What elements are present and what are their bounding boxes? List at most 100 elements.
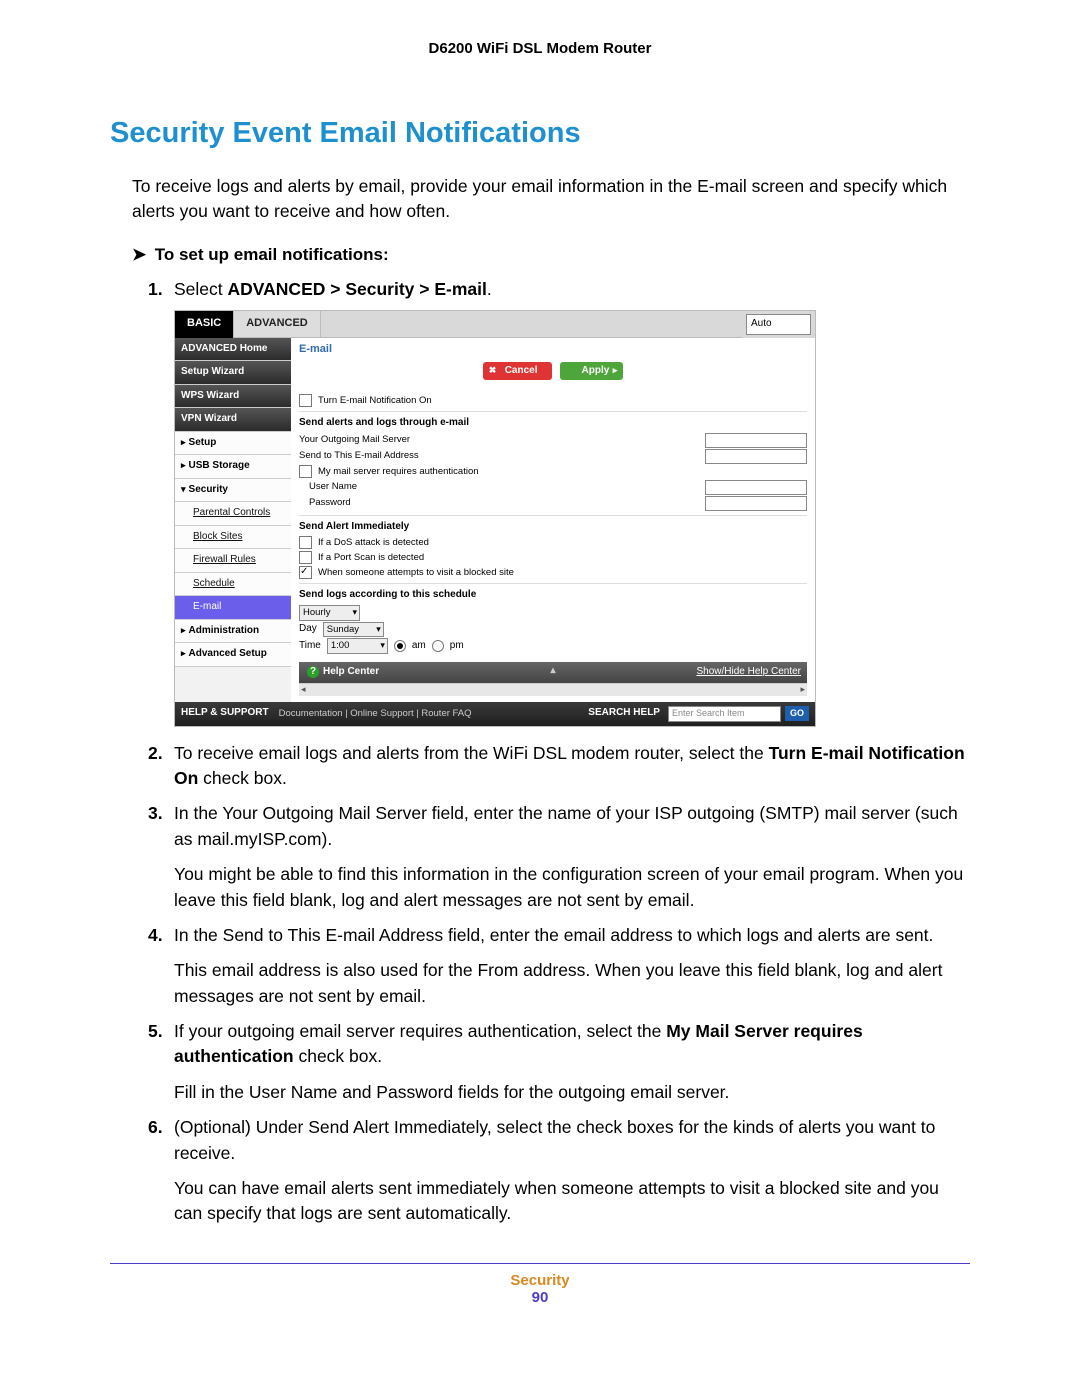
- search-help-label: SEARCH HELP: [588, 706, 660, 721]
- step-3: In the Your Outgoing Mail Server field, …: [148, 801, 970, 913]
- day-select[interactable]: Sunday: [323, 622, 384, 638]
- auth-checkbox[interactable]: [299, 465, 312, 478]
- language-select[interactable]: Auto: [746, 314, 811, 335]
- step-4-extra: This email address is also used for the …: [174, 958, 970, 1009]
- section-title: Security Event Email Notifications: [110, 117, 970, 150]
- dos-label: If a DoS attack is detected: [318, 536, 429, 550]
- router-screenshot: BASIC ADVANCED Auto ADVANCED Home Setup …: [174, 310, 816, 727]
- help-center-bar[interactable]: ? Help Center ▴ Show/Hide Help Center: [299, 662, 807, 683]
- chevron-up-icon: ▴: [550, 664, 555, 679]
- tab-spacer: [321, 311, 742, 338]
- sidebar-item-security[interactable]: Security: [175, 479, 291, 503]
- time-label: Time: [299, 639, 321, 654]
- cancel-button[interactable]: Cancel: [483, 362, 552, 381]
- step-3-text: In the Your Outgoing Mail Server field, …: [174, 803, 958, 848]
- help-center-label: Help Center: [323, 666, 379, 677]
- router-tabbar: BASIC ADVANCED Auto: [175, 311, 815, 338]
- sidebar-item-schedule[interactable]: Schedule: [175, 573, 291, 597]
- scroll-right-icon[interactable]: ▸: [798, 683, 807, 696]
- step-5: If your outgoing email server requires a…: [148, 1019, 970, 1105]
- password-input[interactable]: [705, 496, 807, 511]
- sidebar-item-wps-wizard[interactable]: WPS Wizard: [175, 385, 291, 409]
- sidebar-item-parental[interactable]: Parental Controls: [175, 502, 291, 526]
- turn-on-label: Turn E-mail Notification On: [318, 394, 432, 408]
- step-1-path: ADVANCED > Security > E-mail: [228, 279, 487, 299]
- scroll-left-icon[interactable]: ◂: [299, 683, 308, 696]
- sendto-input[interactable]: [705, 449, 807, 464]
- auth-label: My mail server requires authentication: [318, 465, 479, 479]
- sidebar-item-vpn-wizard[interactable]: VPN Wizard: [175, 408, 291, 432]
- schedule-select[interactable]: Hourly: [299, 605, 360, 621]
- procedure-heading-text: To set up email notifications:: [155, 245, 389, 264]
- username-input[interactable]: [705, 480, 807, 495]
- footer-rule: [110, 1263, 970, 1264]
- footer-category: Security: [110, 1272, 970, 1289]
- outgoing-input[interactable]: [705, 433, 807, 448]
- step-1-text-a: Select: [174, 279, 228, 299]
- horizontal-scrollbar[interactable]: ◂ ▸: [299, 683, 807, 696]
- help-toggle-link[interactable]: Show/Hide Help Center: [697, 665, 802, 680]
- step-2: To receive email logs and alerts from th…: [148, 741, 970, 792]
- procedure-heading: ➤ To set up email notifications:: [132, 245, 970, 265]
- blocked-label: When someone attempts to visit a blocked…: [318, 566, 514, 580]
- port-checkbox[interactable]: [299, 551, 312, 564]
- main-panel: E-mail Cancel Apply Turn E-mail Notifica…: [291, 338, 815, 702]
- tab-basic[interactable]: BASIC: [175, 311, 234, 338]
- step-2-text-a: To receive email logs and alerts from th…: [174, 743, 769, 763]
- group-immediate: Send Alert Immediately: [299, 520, 807, 535]
- port-label: If a Port Scan is detected: [318, 551, 424, 565]
- step-5-extra: Fill in the User Name and Password field…: [174, 1080, 970, 1105]
- blocked-checkbox[interactable]: [299, 566, 312, 579]
- sidebar-item-setup[interactable]: Setup: [175, 432, 291, 456]
- step-list: Select ADVANCED > Security > E-mail. BAS…: [148, 277, 970, 1227]
- step-1: Select ADVANCED > Security > E-mail. BAS…: [148, 277, 970, 727]
- step-5-text-c: check box.: [294, 1046, 383, 1066]
- sidebar-item-home[interactable]: ADVANCED Home: [175, 338, 291, 362]
- group-schedule: Send logs according to this schedule: [299, 588, 807, 603]
- chevron-right-icon: ➤: [132, 245, 150, 265]
- time-select[interactable]: 1:00: [327, 638, 388, 654]
- group-send-alerts: Send alerts and logs through e-mail: [299, 416, 807, 431]
- am-label: am: [412, 639, 426, 654]
- tab-advanced[interactable]: ADVANCED: [234, 311, 321, 338]
- search-input[interactable]: Enter Search Item: [668, 706, 781, 722]
- step-6: (Optional) Under Send Alert Immediately,…: [148, 1115, 970, 1227]
- document-header: D6200 WiFi DSL Modem Router: [110, 40, 970, 117]
- help-icon: ?: [307, 666, 319, 678]
- step-5-text-a: If your outgoing email server requires a…: [174, 1021, 666, 1041]
- sidebar-item-administration[interactable]: Administration: [175, 620, 291, 644]
- document-page: D6200 WiFi DSL Modem Router Security Eve…: [0, 0, 1080, 1397]
- turn-on-checkbox[interactable]: [299, 394, 312, 407]
- pm-radio[interactable]: [432, 640, 444, 652]
- step-3-extra: You might be able to find this informati…: [174, 862, 970, 913]
- step-4: In the Send to This E-mail Address field…: [148, 923, 970, 1009]
- sidebar: ADVANCED Home Setup Wizard WPS Wizard VP…: [175, 338, 291, 702]
- step-1-text-c: .: [487, 279, 492, 299]
- dos-checkbox[interactable]: [299, 536, 312, 549]
- username-label: User Name: [299, 480, 357, 494]
- sidebar-item-firewall[interactable]: Firewall Rules: [175, 549, 291, 573]
- sidebar-item-setup-wizard[interactable]: Setup Wizard: [175, 361, 291, 385]
- intro-paragraph: To receive logs and alerts by email, pro…: [132, 174, 970, 225]
- sidebar-item-block-sites[interactable]: Block Sites: [175, 526, 291, 550]
- day-label: Day: [299, 622, 317, 637]
- sendto-label: Send to This E-mail Address: [299, 449, 419, 463]
- outgoing-label: Your Outgoing Mail Server: [299, 433, 410, 447]
- button-bar: Cancel Apply: [291, 360, 815, 385]
- am-radio[interactable]: [394, 640, 406, 652]
- router-footer: HELP & SUPPORT Documentation | Online Su…: [175, 702, 815, 726]
- apply-button[interactable]: Apply: [560, 362, 624, 381]
- step-4-text: In the Send to This E-mail Address field…: [174, 925, 933, 945]
- sidebar-item-email[interactable]: E-mail: [175, 596, 291, 620]
- sidebar-item-usb[interactable]: USB Storage: [175, 455, 291, 479]
- page-footer: Security 90: [110, 1272, 970, 1306]
- footer-page-number: 90: [110, 1289, 970, 1306]
- sidebar-item-advanced-setup[interactable]: Advanced Setup: [175, 643, 291, 667]
- password-label: Password: [299, 496, 351, 510]
- pm-label: pm: [450, 639, 464, 654]
- help-support-label: HELP & SUPPORT: [181, 706, 269, 721]
- footer-links[interactable]: Documentation | Online Support | Router …: [279, 707, 472, 721]
- step-6-extra: You can have email alerts sent immediate…: [174, 1176, 970, 1227]
- step-2-text-c: check box.: [198, 768, 287, 788]
- go-button[interactable]: GO: [785, 706, 809, 721]
